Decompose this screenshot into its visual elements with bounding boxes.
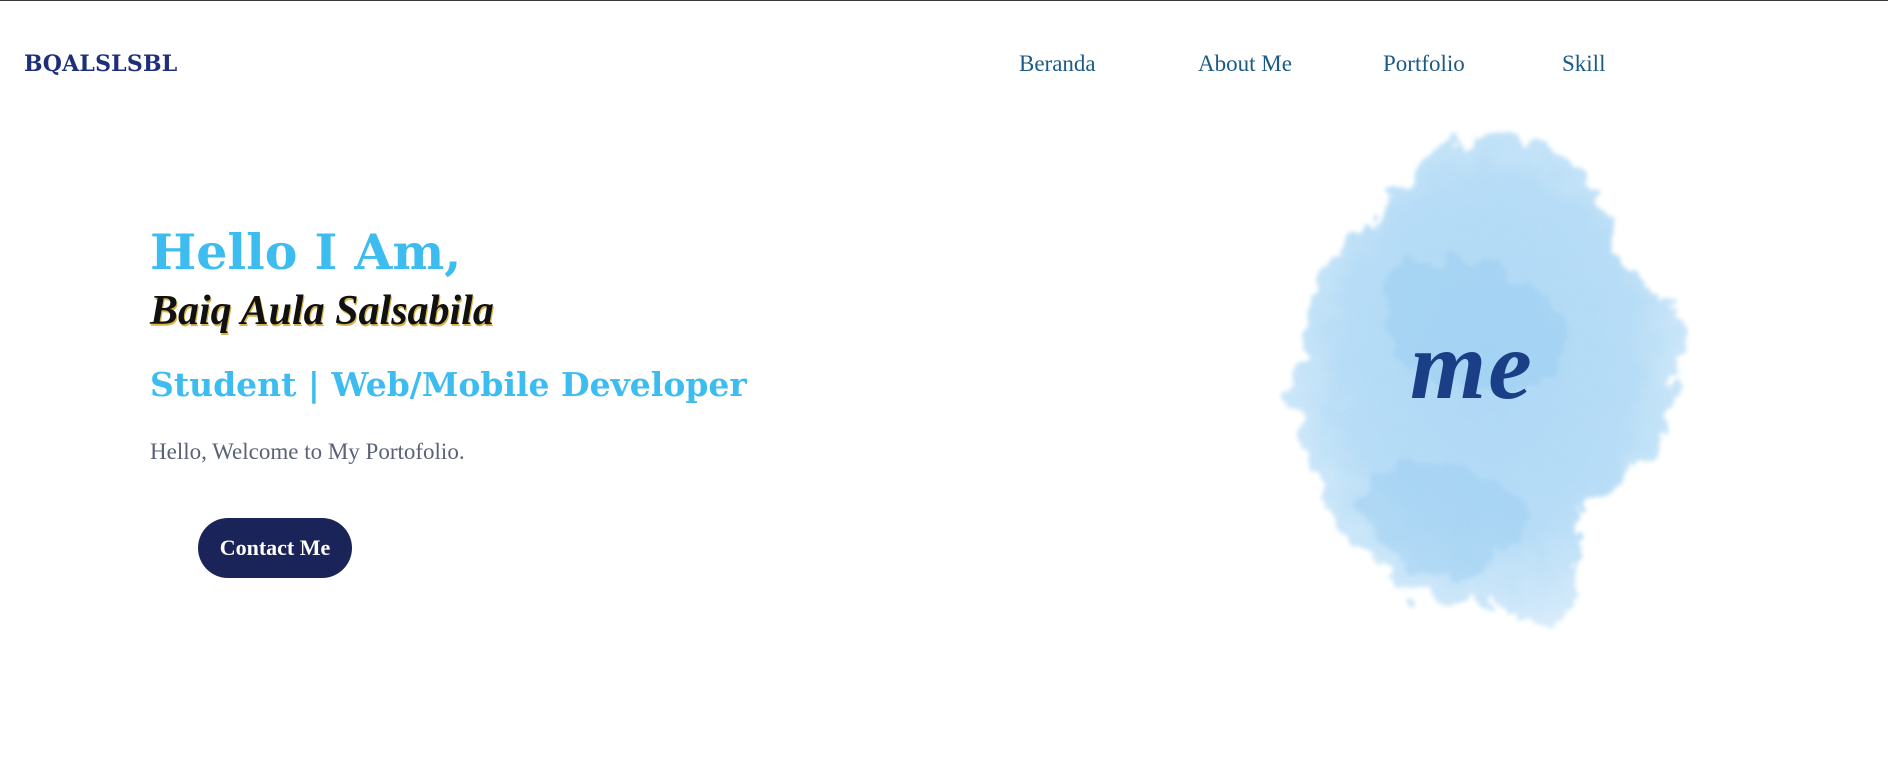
hero-greeting: Hello I Am, <box>150 223 462 281</box>
nav-link-skill[interactable]: Skill <box>1562 51 1605 77</box>
nav-link-beranda[interactable]: Beranda <box>1019 51 1096 77</box>
hero-welcome-text: Hello, Welcome to My Portofolio. <box>150 439 465 464</box>
brand-logo[interactable]: BQALSLSBL <box>24 51 177 77</box>
nav-link-portfolio[interactable]: Portfolio <box>1383 51 1465 77</box>
hero-name: Baiq Aula Salsabila <box>150 288 494 334</box>
contact-me-button[interactable]: Contact Me <box>198 518 352 578</box>
nav-link-about-me[interactable]: About Me <box>1198 51 1292 77</box>
navbar: BQALSLSBL Beranda About Me Portfolio Ski… <box>0 1 1888 127</box>
me-illustration: me <box>1250 121 1720 651</box>
me-label: me <box>1410 312 1534 420</box>
hero-role: Student | Web/Mobile Developer <box>150 365 747 404</box>
